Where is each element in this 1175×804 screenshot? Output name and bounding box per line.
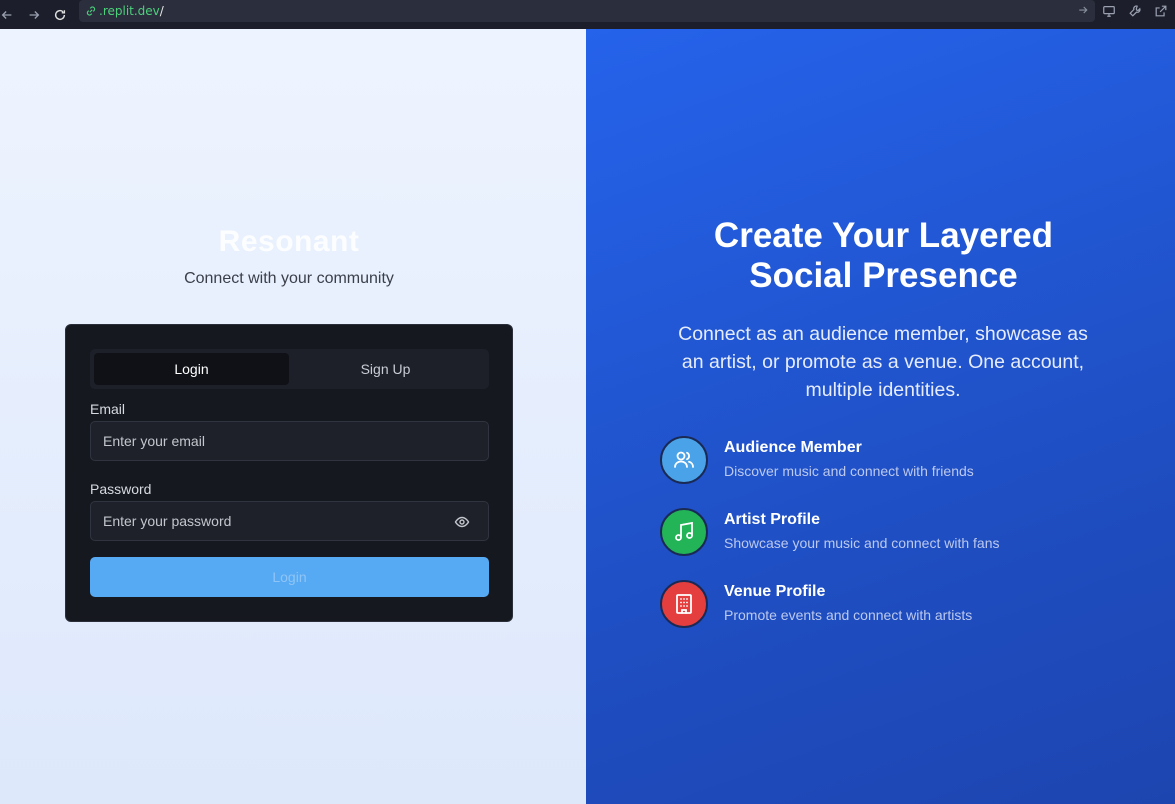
wrench-icon[interactable]	[1125, 0, 1145, 22]
address-bar[interactable]: .replit.dev /	[79, 0, 1095, 22]
feature-venue: Venue Profile Promote events and connect…	[660, 580, 1120, 630]
promo-headline: Create Your Layered Social Presence	[586, 216, 1175, 296]
promo-subtext: Connect as an audience member, showcase …	[678, 323, 1088, 401]
email-placeholder: Enter your email	[103, 433, 205, 449]
password-placeholder: Enter your password	[103, 513, 232, 529]
external-link-icon[interactable]	[1151, 0, 1171, 22]
brand-title: Resonant	[218, 225, 360, 258]
feature-icon-badge	[660, 508, 708, 556]
feature-icon-badge	[660, 580, 708, 628]
link-icon	[86, 6, 96, 16]
feature-description: Promote events and connect with artists	[724, 607, 973, 623]
login-button[interactable]: Login	[90, 557, 489, 597]
password-label: Password	[90, 481, 152, 497]
building-icon	[676, 594, 692, 614]
feature-title: Venue Profile	[724, 583, 826, 600]
promo-panel: Create Your Layered Social Presence Conn…	[586, 29, 1175, 804]
toolbar-actions	[1099, 0, 1175, 22]
feature-description: Showcase your music and connect with fan…	[724, 535, 1000, 551]
music-icon	[675, 521, 693, 541]
browser-toolbar: .replit.dev /	[0, 0, 1175, 29]
monitor-icon[interactable]	[1099, 0, 1119, 22]
headline-line-1: Create Your Layered	[713, 216, 1054, 255]
email-label: Email	[90, 401, 126, 417]
feature-audience: Audience Member Discover music and conne…	[660, 436, 1120, 486]
password-field[interactable]: Enter your password	[90, 501, 489, 541]
email-field[interactable]: Enter your email	[90, 421, 489, 461]
tab-sign-up[interactable]: Sign Up	[288, 353, 483, 385]
url-host: .replit.dev	[99, 4, 160, 18]
users-icon	[674, 451, 694, 468]
forward-icon[interactable]	[20, 4, 48, 26]
auth-card: Login Sign Up Email Enter your email Pas…	[65, 324, 513, 622]
feature-icon-badge	[660, 436, 708, 484]
auth-tabs: Login Sign Up	[90, 349, 489, 389]
feature-title: Artist Profile	[724, 511, 821, 528]
tab-login[interactable]: Login	[94, 353, 289, 385]
feature-description: Discover music and connect with friends	[724, 463, 974, 479]
headline-line-2: Social Presence	[749, 256, 1018, 295]
brand-tagline: Connect with your community	[184, 270, 394, 287]
go-arrow-icon[interactable]	[1077, 4, 1089, 16]
feature-title: Audience Member	[724, 439, 862, 456]
auth-panel: Resonant Connect with your community Log…	[0, 29, 586, 804]
eye-icon[interactable]	[454, 514, 470, 530]
back-icon[interactable]	[0, 4, 14, 26]
url-path: /	[159, 4, 164, 18]
feature-artist: Artist Profile Showcase your music and c…	[660, 508, 1120, 558]
reload-icon[interactable]	[48, 4, 72, 26]
